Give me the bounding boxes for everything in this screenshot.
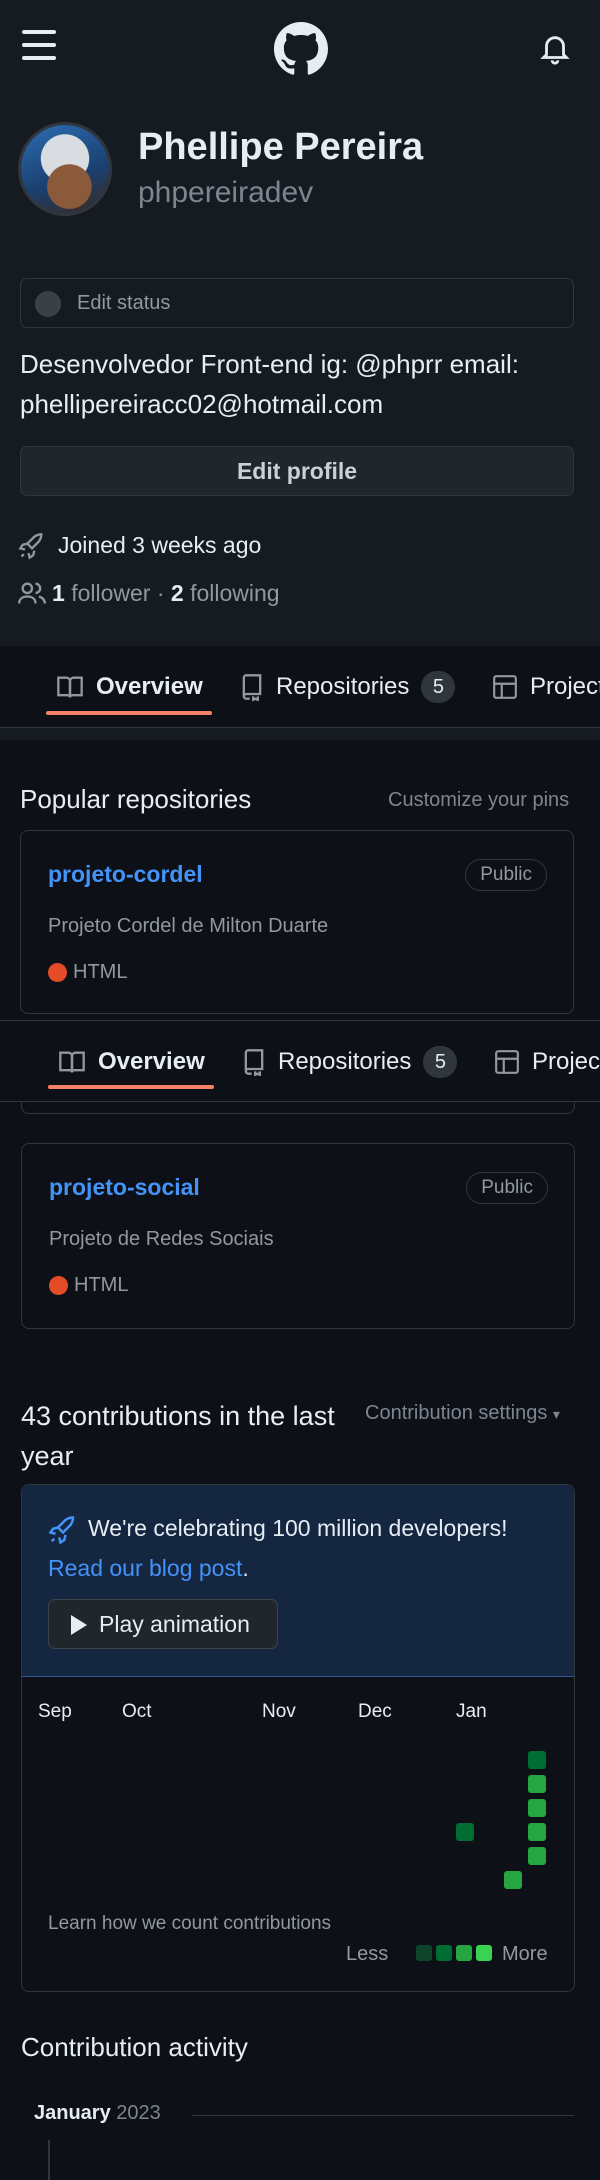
rocket-icon [48,1515,78,1545]
profile-login: phpereiradev [138,176,314,209]
status-emoji-icon [35,291,61,317]
play-animation-button[interactable]: Play animation [48,1599,278,1649]
legend-more-label: More [502,1943,548,1965]
contribution-day[interactable] [528,1775,546,1793]
month-label: Oct [122,1701,152,1722]
month-label: Sep [38,1701,72,1722]
contribution-calendar: We're celebrating 100 million developers… [21,1484,575,1992]
repositories-count: 5 [423,1046,458,1078]
contribution-day[interactable] [528,1799,546,1817]
tab-repositories-label: Repositories [276,673,410,700]
tab-overview[interactable]: Overview [56,646,203,728]
legend-level-1 [416,1945,432,1961]
legend-level-2 [436,1945,452,1961]
following-count: 2 [170,580,184,606]
repo-language: HTML [73,961,128,983]
avatar[interactable] [18,122,112,216]
blog-post-line: Read our blog post. [48,1555,249,1582]
contribution-settings-label: Contribution settings [365,1402,548,1424]
activity-month: January [34,2102,111,2124]
contribution-day[interactable] [528,1823,546,1841]
sticky-profile-tabs: Overview Repositories 5 Projects [0,1020,600,1102]
learn-contributions-link[interactable]: Learn how we count contributions [48,1913,331,1935]
repo-card: projeto-cordel Public Projeto Cordel de … [20,830,574,1014]
repo-icon [244,1049,264,1076]
book-icon [59,1051,85,1073]
repo-description: Projeto Cordel de Milton Duarte [48,915,329,937]
hamburger-icon[interactable] [22,30,56,60]
repo-description: Projeto de Redes Sociais [49,1228,274,1250]
profile-tabs: Overview Repositories 5 Projects [0,646,600,728]
tab-active-indicator [48,1085,214,1089]
visibility-badge: Public [465,859,547,891]
follow-separator: · [156,580,165,606]
edit-status-button[interactable]: Edit status [20,278,574,328]
repo-icon [242,674,262,701]
tab-projects-label: Projects [530,673,600,700]
contribution-day[interactable] [528,1847,546,1865]
people-icon [18,580,48,606]
activity-month-heading: January 2023 [34,2102,161,2125]
legend-level-3 [456,1945,472,1961]
book-icon [57,676,83,698]
language-color-dot [49,1276,68,1295]
visibility-badge: Public [466,1172,548,1204]
repo-name-link[interactable]: projeto-cordel [48,861,203,888]
caret-down-icon: ▾ [552,1406,560,1422]
popular-repos-title: Popular repositories [20,784,252,814]
joined-date: Joined 3 weeks ago [58,532,262,558]
tab-repositories-label: Repositories [278,1048,412,1075]
activity-year: 2023 [116,2102,161,2124]
table-icon [493,675,517,699]
tab-repositories[interactable]: Repositories 5 [242,1021,458,1103]
followers-label: follower [71,580,151,606]
tab-projects-label: Projects [532,1048,600,1075]
blog-post-suffix: . [242,1555,249,1581]
customize-pins-link[interactable]: Customize your pins [388,789,569,812]
contribution-activity-title: Contribution activity [21,2032,248,2062]
tab-overview-label: Overview [98,1048,205,1075]
contribution-day[interactable] [456,1823,474,1841]
repositories-count: 5 [421,671,456,703]
rocket-icon [18,532,46,560]
month-label: Jan [456,1701,487,1722]
repo-language: HTML [74,1274,129,1296]
month-label: Dec [358,1701,392,1722]
edit-profile-button[interactable]: Edit profile [20,446,574,496]
tab-projects[interactable]: Projects [492,646,600,728]
profile-bio: Desenvolvedor Front-end ig: @phprr email… [20,349,519,419]
celebration-banner: We're celebrating 100 million developers… [22,1485,574,1677]
hidden-repo-card-edge [21,1102,575,1114]
profile-name: Phellipe Pereira [138,126,424,168]
bell-icon[interactable] [538,32,572,66]
legend-less-label: Less [346,1943,389,1965]
table-icon [495,1050,519,1074]
repo-card: projeto-social Public Projeto de Redes S… [21,1143,575,1329]
followers-count: 1 [52,580,65,606]
month-label: Nov [262,1701,296,1722]
play-icon [71,1615,87,1635]
timeline-line [48,2140,50,2180]
contribution-day[interactable] [528,1751,546,1769]
contributions-title: 43 contributions in the last year [21,1401,335,1471]
celebration-text: We're celebrating 100 million developers… [88,1515,508,1541]
tab-active-indicator [46,711,212,715]
blog-post-link[interactable]: Read our blog post [48,1555,242,1581]
language-color-dot [48,963,67,982]
tab-overview[interactable]: Overview [58,1021,205,1103]
legend-level-4 [476,1945,492,1961]
following-label: following [190,580,280,606]
contribution-settings-dropdown[interactable]: Contribution settings ▾ [365,1402,560,1425]
github-logo-icon[interactable] [274,22,328,76]
tab-repositories[interactable]: Repositories 5 [240,646,456,728]
play-animation-label: Play animation [99,1611,250,1637]
edit-status-label: Edit status [77,292,171,314]
tab-projects[interactable]: Projects [494,1021,600,1103]
tab-overview-label: Overview [96,673,203,700]
followers-link[interactable]: 1 follower · 2 following [52,580,280,607]
divider [192,2115,574,2116]
repo-name-link[interactable]: projeto-social [49,1174,200,1201]
contribution-day[interactable] [504,1871,522,1889]
